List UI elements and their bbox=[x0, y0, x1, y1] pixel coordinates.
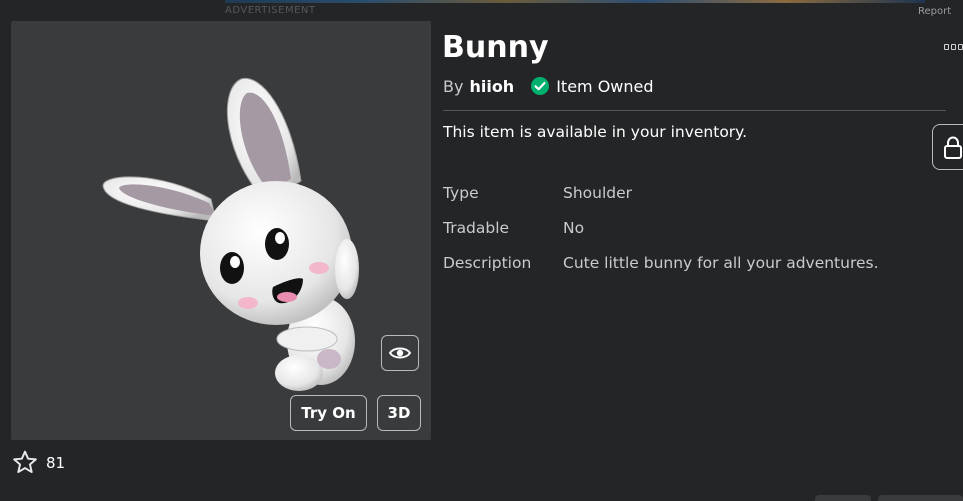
lock-icon bbox=[944, 136, 962, 159]
owned-badge: Item Owned bbox=[530, 76, 654, 96]
detail-row-tradable: Tradable No bbox=[443, 218, 879, 253]
detail-label: Description bbox=[443, 254, 532, 272]
detail-row-type: Type Shoulder bbox=[443, 183, 879, 218]
detail-value: Shoulder bbox=[563, 184, 633, 202]
owned-label: Item Owned bbox=[556, 76, 654, 96]
lock-button[interactable] bbox=[932, 124, 963, 170]
star-outline-icon[interactable] bbox=[12, 450, 38, 475]
detail-value: No bbox=[563, 219, 585, 237]
detail-row-description: Description Cute little bunny for all yo… bbox=[443, 253, 879, 288]
preview-toggle-button[interactable] bbox=[381, 335, 419, 371]
advertisement-banner[interactable] bbox=[225, 0, 925, 3]
creator-link[interactable]: hiioh bbox=[469, 77, 514, 96]
report-ad-link[interactable]: Report bbox=[918, 6, 951, 17]
more-options-icon[interactable] bbox=[944, 44, 963, 54]
item-byline: By hiioh Item Owned bbox=[443, 76, 654, 96]
bottom-panel-edge bbox=[815, 495, 871, 501]
advertisement-label: ADVERTISEMENT bbox=[225, 5, 316, 16]
by-label: By bbox=[443, 76, 464, 96]
availability-text: This item is available in your inventory… bbox=[443, 123, 748, 141]
detail-label: Type bbox=[443, 184, 479, 202]
favorite-count: 81 bbox=[46, 453, 66, 472]
view-3d-button[interactable]: 3D bbox=[377, 395, 421, 431]
item-details: Type Shoulder Tradable No Description Cu… bbox=[443, 183, 879, 288]
detail-label: Tradable bbox=[443, 219, 510, 237]
item-title: Bunny bbox=[442, 30, 549, 65]
favorite-control[interactable]: 81 bbox=[12, 450, 65, 475]
bunny-image bbox=[102, 77, 359, 391]
eye-icon bbox=[389, 347, 411, 359]
divider bbox=[443, 110, 946, 111]
item-thumbnail: Try On 3D bbox=[11, 21, 431, 440]
check-circle-icon bbox=[531, 77, 550, 95]
detail-value: Cute little bunny for all your adventure… bbox=[563, 254, 879, 272]
bottom-panel-edge bbox=[878, 495, 963, 501]
try-on-button[interactable]: Try On bbox=[290, 395, 367, 431]
